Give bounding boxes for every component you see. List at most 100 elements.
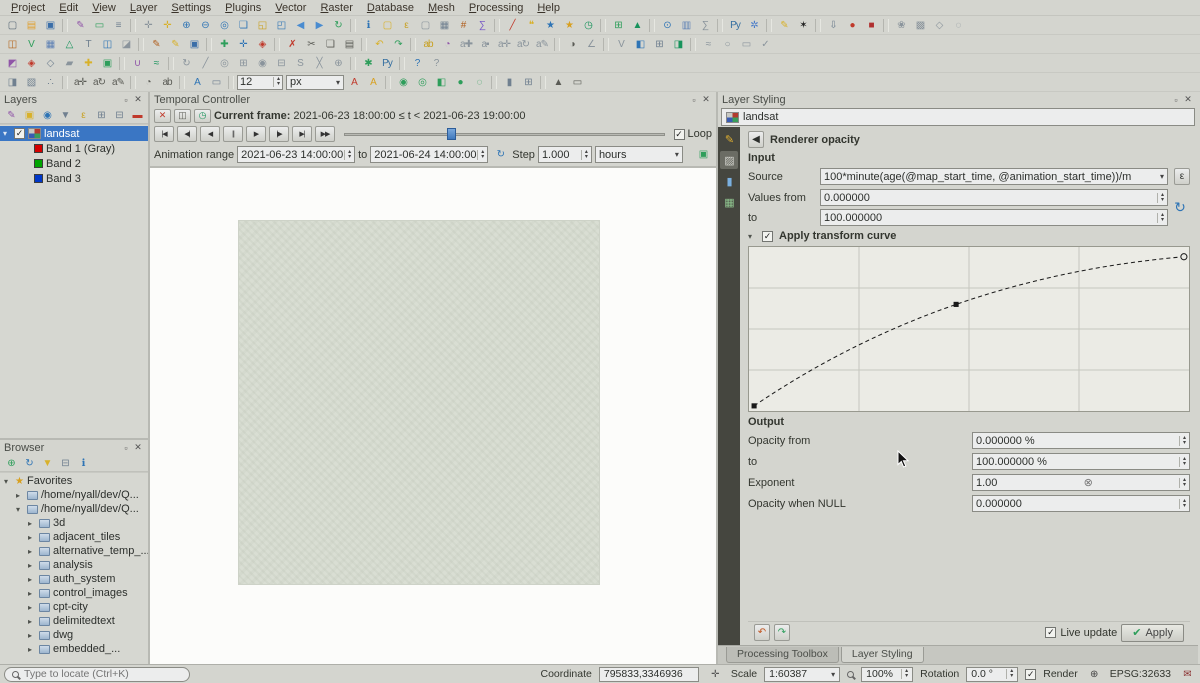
decoration-north-arrow-icon[interactable]: ▲	[549, 74, 567, 90]
browser-item[interactable]: ▸ auth_system	[0, 572, 148, 586]
collapse-browser-icon[interactable]: ⊟	[57, 456, 73, 471]
add-wms-icon[interactable]: ◧	[631, 36, 649, 52]
measure-line-icon[interactable]: ╱	[503, 17, 521, 33]
map-canvas[interactable]	[150, 168, 716, 664]
expander-icon[interactable]: ▾	[748, 232, 756, 241]
zoom-in-icon[interactable]: ⊕	[177, 17, 195, 33]
spin-arrows-icon[interactable]: ▴▾	[1157, 213, 1164, 223]
diagram-options-icon[interactable]: ◔	[139, 74, 157, 90]
browser-item[interactable]: ▾ /home/nyall/dev/Q...	[0, 502, 148, 516]
grass-tools-icon[interactable]: ❀	[892, 17, 910, 33]
measure-area-icon[interactable]: ∠	[582, 36, 600, 52]
close-panel-icon[interactable]: ✕	[132, 94, 144, 105]
annotation-icon[interactable]: ✎	[775, 17, 793, 33]
data-source-manager-icon[interactable]: ▥	[677, 17, 695, 33]
browser-item[interactable]: ▸ analysis	[0, 558, 148, 572]
menu-vector[interactable]: Vector	[268, 2, 313, 14]
spin-arrows-icon[interactable]: ▴▾	[1179, 457, 1186, 467]
move-label-tool-icon[interactable]: a✛	[71, 74, 89, 90]
identify-features-icon[interactable]: ℹ	[359, 17, 377, 33]
tab-layer-styling[interactable]: Layer Styling	[841, 647, 924, 663]
menu-mesh[interactable]: Mesh	[421, 2, 462, 14]
redo-style-button[interactable]: ↷	[774, 624, 790, 641]
pan-to-selection-icon[interactable]: ✛	[158, 17, 176, 33]
new-project-icon[interactable]: ▢	[3, 17, 21, 33]
expander-icon[interactable]: ▸	[28, 547, 36, 556]
zoom-native-icon[interactable]: ◎	[215, 17, 233, 33]
zoom-to-selection-icon[interactable]: ◱	[253, 17, 271, 33]
split-features-icon[interactable]: ╳	[310, 55, 328, 71]
values-to-spinbox[interactable]: 100.000000 ▴▾	[820, 209, 1168, 226]
add-vector-layer-icon[interactable]: V	[22, 36, 40, 52]
undo-style-button[interactable]: ↶	[754, 624, 770, 641]
temporal-navigation-off-icon[interactable]: ✕	[154, 109, 171, 123]
menu-layer[interactable]: Layer	[123, 2, 165, 14]
rotate-label-tool-icon[interactable]: a↻	[90, 74, 108, 90]
paste-features-icon[interactable]: ▤	[340, 36, 358, 52]
osm-download-icon[interactable]: ⇩	[824, 17, 842, 33]
rotate-feature-icon[interactable]: ↻	[177, 55, 195, 71]
styling-layer-combo[interactable]: landsat	[721, 108, 1195, 126]
open-attribute-table-icon[interactable]: ▦	[435, 17, 453, 33]
vector-clip-icon[interactable]: ◧	[432, 74, 450, 90]
add-xyz-icon[interactable]: ⊞	[650, 36, 668, 52]
menu-view[interactable]: View	[85, 2, 123, 14]
label-options-icon[interactable]: ab	[158, 74, 176, 90]
range-start-datetime[interactable]: 2021-06-23 14:00:00 ▴▾	[237, 146, 355, 163]
browser-item[interactable]: ▸ alternative_temp_...	[0, 544, 148, 558]
menu-raster[interactable]: Raster	[313, 2, 359, 14]
deselect-features-icon[interactable]: ▢	[416, 17, 434, 33]
expression-builder-button[interactable]: ε	[1174, 168, 1190, 185]
delete-selected-icon[interactable]: ✗	[283, 36, 301, 52]
search-icon[interactable]: ⊙	[658, 17, 676, 33]
reshape-features-icon[interactable]: S	[291, 55, 309, 71]
vector-overlay-icon[interactable]: ◉	[394, 74, 412, 90]
font-color-icon[interactable]: A	[345, 74, 363, 90]
remove-layer-icon[interactable]: ▬	[129, 108, 145, 123]
browser-item[interactable]: ▸ 3d	[0, 516, 148, 530]
rotate-label-icon[interactable]: a↻	[514, 36, 532, 52]
spin-arrows-icon[interactable]: ▴▾	[1179, 478, 1186, 488]
buffer-color-icon[interactable]: A	[364, 74, 382, 90]
loop-checkbox[interactable]: ✓	[674, 129, 685, 140]
chevron-down-icon[interactable]: ▾	[1160, 172, 1164, 181]
zoom-out-icon[interactable]: ⊖	[196, 17, 214, 33]
tab-processing-toolbox[interactable]: Processing Toolbox	[726, 647, 839, 663]
spin-arrows-icon[interactable]: ▴▾	[1179, 499, 1186, 509]
rotation-spinbox[interactable]: 0.0 ° ▴▾	[966, 667, 1018, 682]
processing-toolbox-icon[interactable]: ✲	[745, 17, 763, 33]
render-checkbox[interactable]: ✓	[1025, 669, 1036, 680]
expander-icon[interactable]: ▸	[28, 533, 36, 542]
expander-icon[interactable]: ▾	[16, 505, 24, 514]
fill-ring-icon[interactable]: ◉	[253, 55, 271, 71]
crs-icon[interactable]: ⊕	[1085, 666, 1103, 682]
add-wfs-layer-icon[interactable]: ◩	[3, 55, 21, 71]
digitize-rect-icon[interactable]: ▭	[737, 36, 755, 52]
back-button[interactable]: ◀	[748, 131, 764, 148]
expander-icon[interactable]: ▸	[28, 631, 36, 640]
save-project-icon[interactable]: ▣	[41, 17, 59, 33]
vector-dissolve-icon[interactable]: ◌	[470, 74, 488, 90]
exponent-spinbox[interactable]: 1.00 ⊗ ▴▾	[972, 474, 1190, 491]
whats-this-icon[interactable]: ?	[427, 55, 445, 71]
add-ring-icon[interactable]: ◎	[215, 55, 233, 71]
copy-features-icon[interactable]: ❏	[321, 36, 339, 52]
stream-digitize-icon[interactable]: ≈	[699, 36, 717, 52]
spin-arrows-icon[interactable]: ▴▾	[1157, 193, 1164, 203]
add-feature-icon[interactable]: ✚	[215, 36, 233, 52]
decoration-scalebar-icon[interactable]: ▭	[568, 74, 586, 90]
raster-histogram-icon[interactable]: ▮	[500, 74, 518, 90]
merge-features-icon[interactable]: ⊕	[329, 55, 347, 71]
font-size-spinbox[interactable]: 12 ▴▾	[237, 75, 283, 90]
add-group-icon[interactable]: ▣	[21, 108, 37, 123]
metasearch-icon[interactable]: ◌	[949, 17, 967, 33]
curve-end-handle[interactable]	[1181, 254, 1187, 260]
float-panel-icon[interactable]: ▫	[688, 95, 700, 105]
select-by-expression-icon[interactable]: ε	[397, 17, 415, 33]
simplify-feature-icon[interactable]: ╱	[196, 55, 214, 71]
apply-button[interactable]: ✔ Apply	[1121, 624, 1184, 642]
properties-widget-icon[interactable]: ℹ	[75, 456, 91, 471]
coordinate-extent-toggle-icon[interactable]: ✛	[706, 666, 724, 682]
add-arcgis-rest-icon[interactable]: ◨	[3, 74, 21, 90]
add-hana-layer-icon[interactable]: ◇	[41, 55, 59, 71]
